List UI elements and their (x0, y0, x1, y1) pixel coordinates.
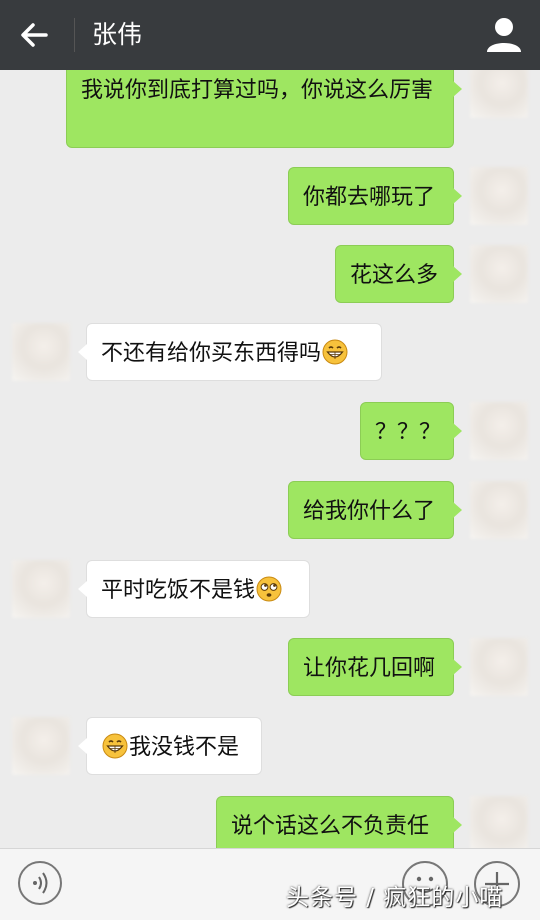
message-bubble[interactable]: 我说你到底打算过吗，你说这么厉害 (66, 70, 462, 148)
message-bubble[interactable]: ？？？ (360, 402, 462, 460)
message-text: 说个话这么不负责任 (231, 814, 430, 839)
avatar[interactable] (12, 560, 70, 618)
message-bubble[interactable]: 我没钱不是 (78, 717, 262, 775)
avatar[interactable] (470, 638, 528, 696)
message-text: 平时吃饭不是钱 (101, 578, 256, 603)
watermark: 头条号 / 疯狂的小喵 (286, 885, 504, 911)
avatar[interactable] (470, 167, 528, 225)
message-bubble[interactable]: 让你花几回啊 (288, 638, 462, 696)
avatar[interactable] (470, 796, 528, 848)
message-text: ？？？ (375, 420, 442, 445)
top-bar: 张伟 (0, 0, 540, 70)
avatar[interactable] (470, 402, 528, 460)
back-button[interactable] (18, 18, 58, 52)
message-text: 让你花几回啊 (303, 656, 436, 681)
grinning-face-icon (102, 733, 128, 759)
message-bubble[interactable]: 给我你什么了 (288, 481, 462, 539)
avatar[interactable] (470, 70, 528, 118)
chat-title: 张伟 (92, 20, 143, 49)
message-text: 我没钱不是 (129, 735, 240, 760)
rolling-eyes-face-icon (256, 576, 282, 602)
avatar[interactable] (470, 481, 528, 539)
message-bubble[interactable]: 不还有给你买东西得吗 (78, 323, 382, 381)
chat-area[interactable]: 我说你到底打算过吗，你说这么厉害 你都去哪玩了 花这么多 不还有给你买东西得吗 … (0, 70, 540, 848)
voice-button[interactable] (18, 861, 62, 905)
voice-icon (33, 872, 48, 894)
message-bubble[interactable]: 你都去哪玩了 (288, 167, 462, 225)
person-icon (487, 18, 521, 52)
message-text: 花这么多 (350, 263, 439, 288)
message-text: 你都去哪玩了 (303, 185, 436, 210)
message-bubble[interactable]: 平时吃饭不是钱 (78, 560, 310, 618)
grinning-face-icon (322, 339, 348, 365)
message-bubble[interactable]: 花这么多 (335, 245, 462, 303)
arrow-left-icon (21, 23, 48, 47)
message-bubble[interactable]: 说个话这么不负责任 (216, 796, 462, 848)
header-divider (74, 18, 75, 52)
message-text: 不还有给你买东西得吗 (101, 341, 322, 366)
avatar[interactable] (12, 717, 70, 775)
message-text: 给我你什么了 (303, 499, 436, 524)
profile-button[interactable] (484, 16, 524, 54)
message-text: 我说你到底打算过吗，你说这么厉害 (81, 78, 434, 103)
avatar[interactable] (12, 323, 70, 381)
avatar[interactable] (470, 245, 528, 303)
